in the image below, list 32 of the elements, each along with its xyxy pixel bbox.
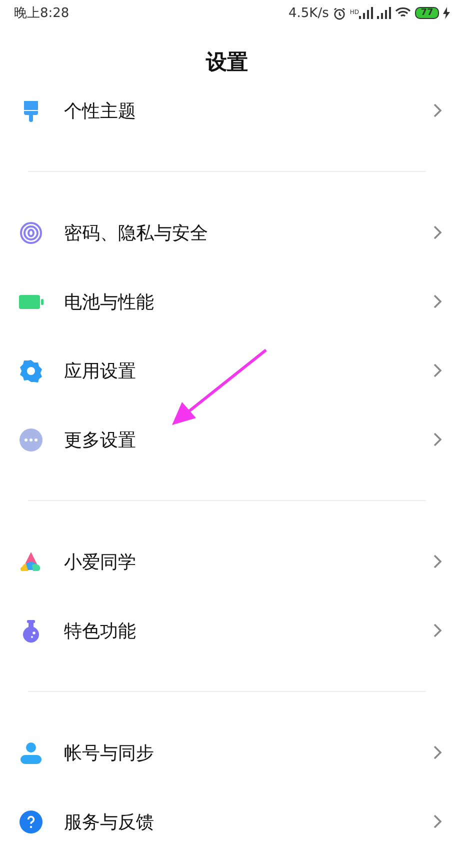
chevron-icon — [433, 814, 442, 829]
person-icon — [19, 740, 43, 764]
wifi-icon — [395, 7, 411, 19]
page-title: 设置 — [206, 49, 248, 76]
clock-time: 晚上8:28 — [14, 5, 70, 22]
settings-item[interactable]: 小爱同学 — [18, 527, 454, 596]
chevron-icon — [433, 363, 442, 378]
settings-item[interactable]: 应用设置 — [18, 336, 454, 405]
settings-item[interactable]: 服务与反馈 — [18, 787, 454, 856]
settings-item[interactable]: 密码、隐私与安全 — [18, 198, 454, 267]
assistant-icon — [19, 550, 43, 574]
settings-item[interactable]: 个性主题 — [18, 76, 454, 145]
settings-item[interactable]: 帐号与同步 — [18, 718, 454, 787]
settings-item[interactable]: 特色功能 — [18, 596, 454, 665]
chevron-icon — [433, 432, 442, 447]
settings-icon — [19, 358, 43, 382]
chevron-icon — [433, 225, 442, 240]
chevron-icon — [433, 745, 442, 760]
alarm-icon — [332, 6, 346, 20]
help-icon — [19, 810, 43, 834]
fingerprint-icon — [19, 220, 43, 244]
chevron-icon — [433, 554, 442, 569]
chevron-icon — [433, 623, 442, 638]
signal-icon — [359, 7, 373, 19]
signal-icon — [377, 7, 391, 19]
chevron-icon — [433, 294, 442, 309]
network-speed: 4.5K/s — [288, 6, 329, 20]
more-icon — [19, 428, 43, 452]
settings-item[interactable]: 电池与性能 — [18, 267, 454, 336]
battery-indicator: 77 — [415, 7, 439, 19]
settings-item[interactable]: 更多设置 — [18, 405, 454, 474]
chevron-icon — [433, 103, 442, 118]
